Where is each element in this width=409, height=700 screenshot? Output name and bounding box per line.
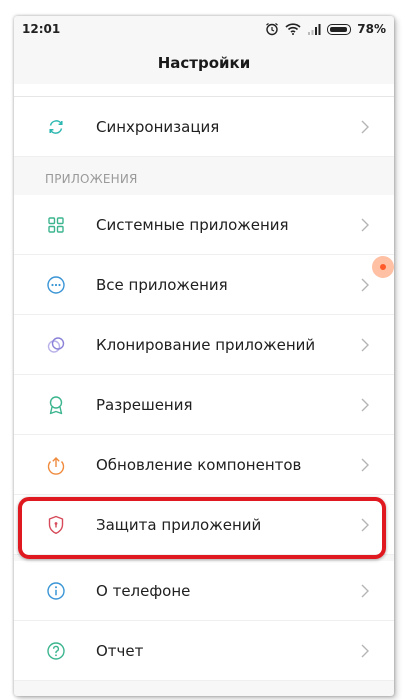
- shield-icon: [45, 514, 67, 536]
- settings-item-clone-apps[interactable]: Клонирование приложений: [14, 315, 394, 375]
- status-bar: 12:01 78%: [14, 16, 394, 42]
- chevron-right-icon: [358, 398, 372, 412]
- chevron-right-icon: [358, 518, 372, 532]
- chevron-right-icon: [358, 644, 372, 658]
- settings-item-label: Клонирование приложений: [96, 335, 316, 354]
- chevron-right-icon: [358, 458, 372, 472]
- ribbon-icon: [45, 394, 67, 416]
- settings-item-label: О телефоне: [96, 581, 191, 600]
- settings-item-label: Разрешения: [96, 395, 193, 414]
- settings-item-label: Системные приложения: [96, 215, 289, 234]
- sync-icon: [45, 116, 67, 138]
- settings-item-report[interactable]: Отчет: [14, 621, 394, 681]
- settings-item-system-apps[interactable]: Системные приложения: [14, 195, 394, 255]
- battery-icon: [327, 23, 352, 35]
- settings-item-label: Синхронизация: [96, 117, 220, 136]
- page-title: Настройки: [157, 54, 251, 72]
- battery-percent: 78%: [357, 22, 386, 36]
- alarm-icon: [265, 22, 279, 36]
- chevron-right-icon: [358, 338, 372, 352]
- chevron-right-icon: [358, 120, 372, 134]
- settings-item-permissions[interactable]: Разрешения: [14, 375, 394, 435]
- wifi-icon: [285, 23, 301, 35]
- status-time: 12:01: [22, 22, 61, 36]
- list-item-partial: [14, 84, 394, 97]
- settings-item-label: Защита приложений: [96, 515, 262, 534]
- chevron-right-icon: [358, 278, 372, 292]
- dots-icon: [45, 274, 67, 296]
- settings-item-label: Обновление компонентов: [96, 455, 302, 474]
- signal-icon: [307, 23, 321, 35]
- status-icons: 78%: [265, 22, 386, 36]
- settings-item-label: Все приложения: [96, 275, 228, 294]
- settings-item-all-apps[interactable]: Все приложения: [14, 255, 394, 315]
- phone-screen: 12:01 78% Настройки Синхронизация ПРИЛОЖ…: [14, 16, 394, 696]
- settings-item-label: Отчет: [96, 641, 144, 660]
- chevron-right-icon: [358, 584, 372, 598]
- grid-icon: [45, 214, 67, 236]
- floating-ball-handle[interactable]: [372, 256, 394, 278]
- question-icon: [45, 640, 67, 662]
- settings-item-about-phone[interactable]: О телефоне: [14, 561, 394, 621]
- clone-icon: [45, 334, 67, 356]
- settings-item-sync[interactable]: Синхронизация: [14, 97, 394, 157]
- upload-icon: [45, 454, 67, 476]
- section-header-apps: ПРИЛОЖЕНИЯ: [14, 163, 394, 195]
- chevron-right-icon: [358, 218, 372, 232]
- settings-item-app-protection[interactable]: Защита приложений: [14, 495, 394, 555]
- info-icon: [45, 580, 67, 602]
- settings-item-component-update[interactable]: Обновление компонентов: [14, 435, 394, 495]
